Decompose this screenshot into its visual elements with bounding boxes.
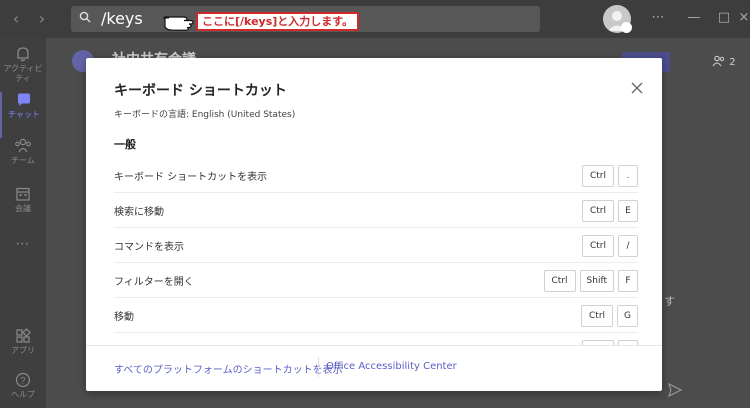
shortcut-row: 検索に移動 Ctrl E xyxy=(114,193,638,228)
shortcut-list[interactable]: キーボード ショートカットを表示 Ctrl . 検索に移動 Ctrl E コマン… xyxy=(114,158,638,345)
teams-icon xyxy=(15,138,31,153)
key-combo: Ctrl Shift F xyxy=(543,270,638,292)
rail-item-apps[interactable]: アプリ xyxy=(0,328,46,374)
shortcut-label: フィルターを開く xyxy=(114,277,194,288)
back-arrow-icon[interactable]: ‹ xyxy=(8,9,24,29)
maximize-icon[interactable]: □ xyxy=(716,10,732,26)
more-options-icon[interactable]: ⋯ xyxy=(650,10,666,26)
apps-icon xyxy=(16,328,31,343)
key-cap: G xyxy=(617,305,638,327)
footer-divider xyxy=(318,357,319,377)
calendar-icon xyxy=(16,187,30,201)
rail-item-calendar[interactable]: 会議 xyxy=(0,186,46,232)
shortcut-row: コマンドを表示 Ctrl / xyxy=(114,228,638,263)
office-accessibility-center-link[interactable]: Office Accessibility Center xyxy=(326,361,457,372)
key-cap: Shift xyxy=(579,270,614,292)
participants-count[interactable]: 2 xyxy=(712,55,736,68)
keyboard-language: キーボードの言語: English (United States) xyxy=(114,110,296,120)
bell-icon xyxy=(17,47,29,62)
keyboard-shortcuts-dialog: キーボード ショートカット キーボードの言語: English (United … xyxy=(86,58,662,391)
close-window-icon[interactable]: × xyxy=(738,10,750,26)
key-cap: Ctrl xyxy=(582,235,614,257)
shortcut-row xyxy=(114,333,638,345)
people-icon xyxy=(712,55,725,67)
shortcut-row: フィルターを開く Ctrl Shift F xyxy=(114,263,638,298)
all-platforms-shortcuts-link[interactable]: すべてのプラットフォームのショートカットを表示 xyxy=(114,361,343,376)
key-cap: Ctrl xyxy=(582,200,614,222)
instruction-callout: ここに[/keys]と入力します。 xyxy=(196,12,360,31)
key-combo: Ctrl / xyxy=(582,235,638,257)
key-combo: Ctrl . xyxy=(582,165,638,187)
help-icon: ? xyxy=(15,372,31,388)
shortcut-label: 検索に移動 xyxy=(114,207,164,218)
rail-item-activity[interactable]: アクティビティ xyxy=(0,46,46,92)
key-cap: . xyxy=(618,165,638,187)
forward-arrow-icon[interactable]: › xyxy=(34,9,50,29)
close-icon[interactable] xyxy=(630,81,644,95)
chat-message-fragment: す xyxy=(664,295,675,308)
minimize-icon[interactable]: — xyxy=(686,10,702,26)
shortcut-row: キーボード ショートカットを表示 Ctrl . xyxy=(114,158,638,193)
key-cap: Ctrl xyxy=(543,270,576,292)
status-badge xyxy=(621,22,632,33)
more-apps-icon[interactable]: ⋯ xyxy=(0,236,46,252)
dialog-title: キーボード ショートカット xyxy=(114,83,287,99)
title-bar: ‹ › /keys ここに[/keys]と入力します。 ⋯ — □ × xyxy=(0,0,750,38)
send-icon[interactable] xyxy=(668,383,682,397)
key-cap: F xyxy=(618,270,638,292)
svg-text:?: ? xyxy=(20,376,25,386)
rail-item-help[interactable]: ? ヘルプ xyxy=(0,372,46,408)
rail-item-chat[interactable]: チャット xyxy=(0,92,46,138)
key-cap: Ctrl xyxy=(582,165,614,187)
key-cap: / xyxy=(618,235,638,257)
chat-icon xyxy=(18,93,30,106)
shortcut-row: 移動 Ctrl G xyxy=(114,298,638,333)
key-combo: Ctrl G xyxy=(581,305,638,327)
key-cap: Ctrl xyxy=(581,305,614,327)
pointing-hand-icon xyxy=(163,16,194,31)
shortcut-label: キーボード ショートカットを表示 xyxy=(114,172,268,183)
key-combo: Ctrl E xyxy=(582,200,638,222)
app-rail: アクティビティ チャット チーム 会議 ⋯ アプリ ? ヘルプ xyxy=(0,38,46,408)
rail-item-teams[interactable]: チーム xyxy=(0,138,46,184)
dialog-footer: すべてのプラットフォームのショートカットを表示 Office Accessibi… xyxy=(86,345,662,391)
shortcut-label: 移動 xyxy=(114,312,134,323)
section-title-general: 一般 xyxy=(114,138,136,151)
search-input[interactable]: /keys xyxy=(101,8,143,30)
search-icon xyxy=(79,11,91,23)
key-cap: E xyxy=(618,200,638,222)
shortcut-label: コマンドを表示 xyxy=(114,242,184,253)
